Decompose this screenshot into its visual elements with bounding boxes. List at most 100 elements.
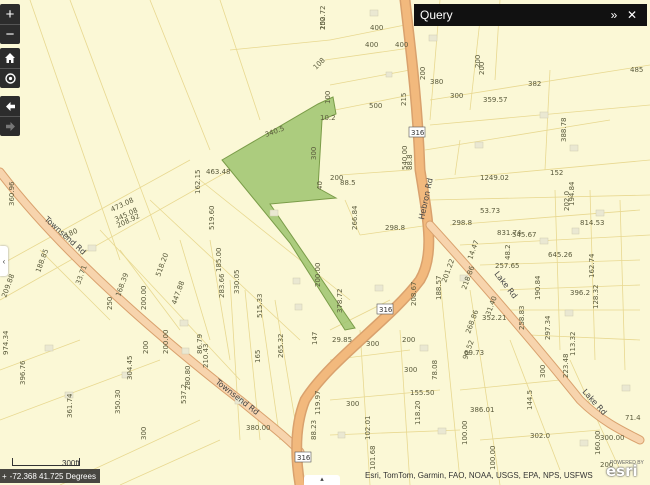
svg-text:316: 316: [411, 129, 425, 137]
dimension-label: 257.65: [495, 262, 520, 270]
dimension-label: 100.00: [461, 421, 469, 446]
dimension-label: 330.05: [233, 270, 241, 295]
crosshair-icon: +: [2, 471, 7, 481]
dimension-label: 88.5: [340, 179, 356, 187]
coordinate-text: -72.368 41.725 Degrees: [9, 471, 96, 481]
dimension-label: 500: [369, 102, 382, 110]
dimension-label: 537.2: [180, 384, 188, 404]
route-shield-316-2: 316: [376, 303, 394, 315]
dimension-label: 388.78: [560, 118, 568, 143]
dimension-label: 200.00: [162, 330, 170, 355]
dimension-label: 147: [311, 332, 319, 345]
dimension-label: 128.32: [592, 285, 600, 310]
dimension-label: 223.48: [562, 354, 570, 379]
dimension-label: 380: [430, 78, 443, 86]
dimension-label: 300: [404, 366, 417, 374]
dimension-label: 359.57: [483, 96, 508, 104]
dimension-label: 265.32: [277, 334, 285, 359]
home-locate-controls: [0, 48, 20, 88]
route-shield-316-1: 316: [408, 126, 426, 138]
dimension-label: 396.2: [570, 289, 590, 297]
dimension-label: 162.15: [194, 170, 202, 195]
dimension-label: 297.34: [544, 315, 552, 340]
dimension-label: 545.67: [512, 231, 537, 239]
dimension-label: 71.4: [625, 414, 641, 422]
dimension-label: 200.00: [140, 286, 148, 311]
dimension-label: 144.5: [526, 390, 534, 410]
dimension-label: 162.74: [588, 253, 596, 278]
dimension-label: 814.53: [580, 219, 605, 227]
dimension-label: 88.8: [406, 154, 414, 170]
map-canvas[interactable]: Townsend Rd Townsend Rd Hebron Rd Lake R…: [0, 0, 650, 485]
map-attribution[interactable]: Esri, TomTom, Garmin, FAO, NOAA, USGS, E…: [365, 471, 593, 480]
bottom-panel-toggle[interactable]: ▴: [304, 475, 340, 485]
zoom-in-button[interactable]: +: [0, 4, 20, 24]
dimension-label: 215: [400, 93, 408, 106]
dimension-label: 100: [324, 91, 332, 104]
dimension-label: 88.23: [310, 420, 318, 440]
dimension-label: 298.8: [385, 224, 405, 232]
dimension-label: 208.67: [410, 282, 418, 307]
zoom-out-button[interactable]: −: [0, 24, 20, 44]
close-icon[interactable]: ✕: [623, 8, 641, 22]
dimension-label: 200: [142, 341, 150, 354]
dimension-label: 200: [419, 67, 427, 80]
query-panel-header: Query » ✕: [414, 4, 647, 26]
dimension-label: 194.84: [568, 181, 576, 206]
dimension-label: 360.96: [8, 181, 16, 206]
dimension-label: 10.2: [320, 114, 336, 122]
dimension-label: 200.00: [314, 263, 322, 288]
dimension-label: 40: [316, 181, 324, 190]
dimension-label: 300: [366, 340, 379, 348]
dimension-label: 155.50: [410, 389, 435, 397]
dimension-label: 102.72: [319, 6, 327, 31]
dimension-label: 113.32: [569, 332, 577, 357]
dimension-label: 974.34: [2, 330, 10, 355]
dimension-label: 102.01: [364, 416, 372, 441]
double-chevron-down-icon[interactable]: »: [605, 8, 623, 22]
home-icon: [5, 53, 15, 63]
dimension-label: 400: [365, 41, 378, 49]
dimension-label: 200: [402, 336, 415, 344]
dimension-label: 185.00: [215, 248, 223, 273]
back-button[interactable]: [0, 96, 20, 116]
dimension-label: 302.0: [530, 432, 550, 440]
home-button[interactable]: [0, 48, 20, 68]
svg-text:316: 316: [379, 306, 393, 314]
dimension-label: 380.00: [246, 424, 271, 432]
dimension-label: 190.84: [534, 275, 542, 300]
dimension-label: 378.72: [336, 289, 344, 314]
dimension-label: 53.73: [480, 207, 500, 215]
coordinate-readout: + -72.368 41.725 Degrees: [0, 469, 100, 483]
dimension-label: 78.08: [431, 360, 439, 380]
left-panel-toggle[interactable]: ‹: [0, 246, 8, 276]
dimension-label: 119.97: [314, 391, 322, 416]
forward-button[interactable]: [0, 116, 20, 136]
esri-logo[interactable]: esri: [606, 462, 638, 480]
dimension-label: 1249.02: [480, 174, 509, 182]
navigation-controls: [0, 96, 20, 136]
dimension-label: 485: [630, 66, 643, 74]
dimension-label: 361.74: [66, 393, 74, 418]
dimension-label: 188.57: [435, 276, 443, 301]
dimension-label: 300.00: [600, 434, 625, 442]
locate-button[interactable]: [0, 68, 20, 88]
dimension-label: 258.83: [518, 306, 526, 331]
arrow-right-icon: [5, 122, 15, 131]
dimension-label: 382: [528, 80, 541, 88]
dimension-label: 165: [254, 350, 262, 363]
locate-icon: [4, 73, 16, 84]
dimension-label: 200: [474, 55, 482, 68]
dimension-label: 300: [450, 92, 463, 100]
dimension-label: 250: [106, 297, 114, 310]
dimension-label: 463.48: [206, 168, 231, 176]
dimension-label: 300: [140, 427, 148, 440]
dimension-label: 386.01: [470, 406, 495, 414]
query-title: Query: [420, 8, 453, 22]
dimension-label: 519.60: [208, 206, 216, 231]
dimension-label: 118.20: [414, 401, 422, 426]
dimension-label: 152: [550, 169, 563, 177]
dimension-label: 300: [310, 147, 318, 160]
dimension-label: 400: [395, 41, 408, 49]
arrow-left-icon: [5, 101, 15, 111]
